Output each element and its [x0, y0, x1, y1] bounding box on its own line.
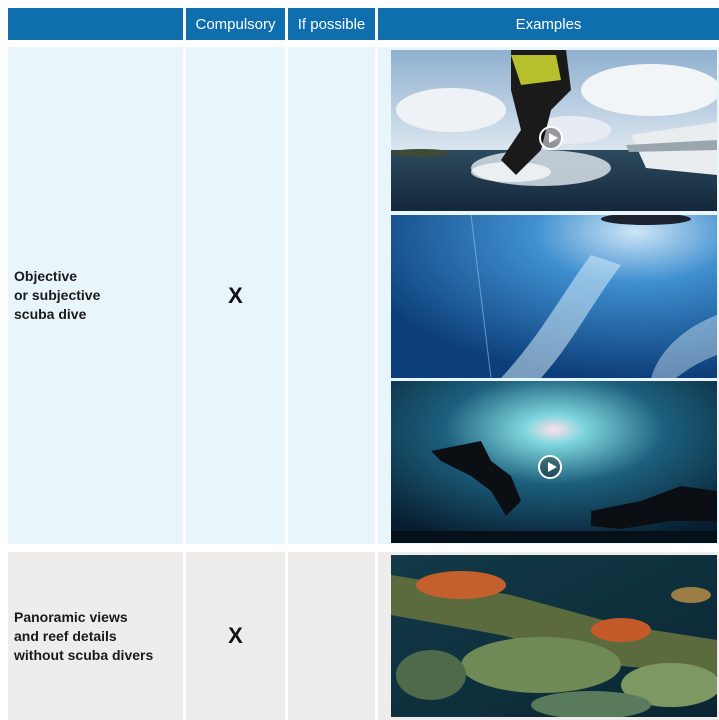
row-label-line: Panoramic views: [14, 608, 128, 625]
if-possible-cell-row1: [288, 47, 375, 544]
compulsory-mark-row2: X: [186, 552, 285, 720]
header-compulsory: Compulsory: [186, 8, 285, 40]
row-label-line: without scuba divers: [14, 646, 154, 663]
header-empty-cell: [8, 8, 183, 40]
example-video-diver-entering-water[interactable]: [391, 50, 717, 211]
example-video-divers-silhouette[interactable]: [391, 381, 717, 543]
play-icon[interactable]: [538, 455, 562, 479]
if-possible-cell-row2: [288, 552, 375, 720]
row-label-line: Objective: [14, 268, 78, 284]
example-image-coral-reef: [391, 555, 717, 717]
row-label-scuba-dive: Objective or subjective scuba dive: [8, 47, 183, 544]
row-label-line: scuba dive: [14, 306, 87, 322]
header-if-possible: If possible: [288, 8, 375, 40]
row-label-line: and reef details: [14, 627, 117, 644]
row-label-line: or subjective: [14, 287, 101, 303]
compulsory-mark-row1: X: [186, 47, 285, 544]
row-label-panoramic-views: Panoramic views and reef details without…: [8, 552, 183, 720]
play-icon[interactable]: [539, 126, 563, 150]
header-examples: Examples: [378, 8, 719, 40]
example-image-underwater-bubbles: [391, 215, 717, 378]
